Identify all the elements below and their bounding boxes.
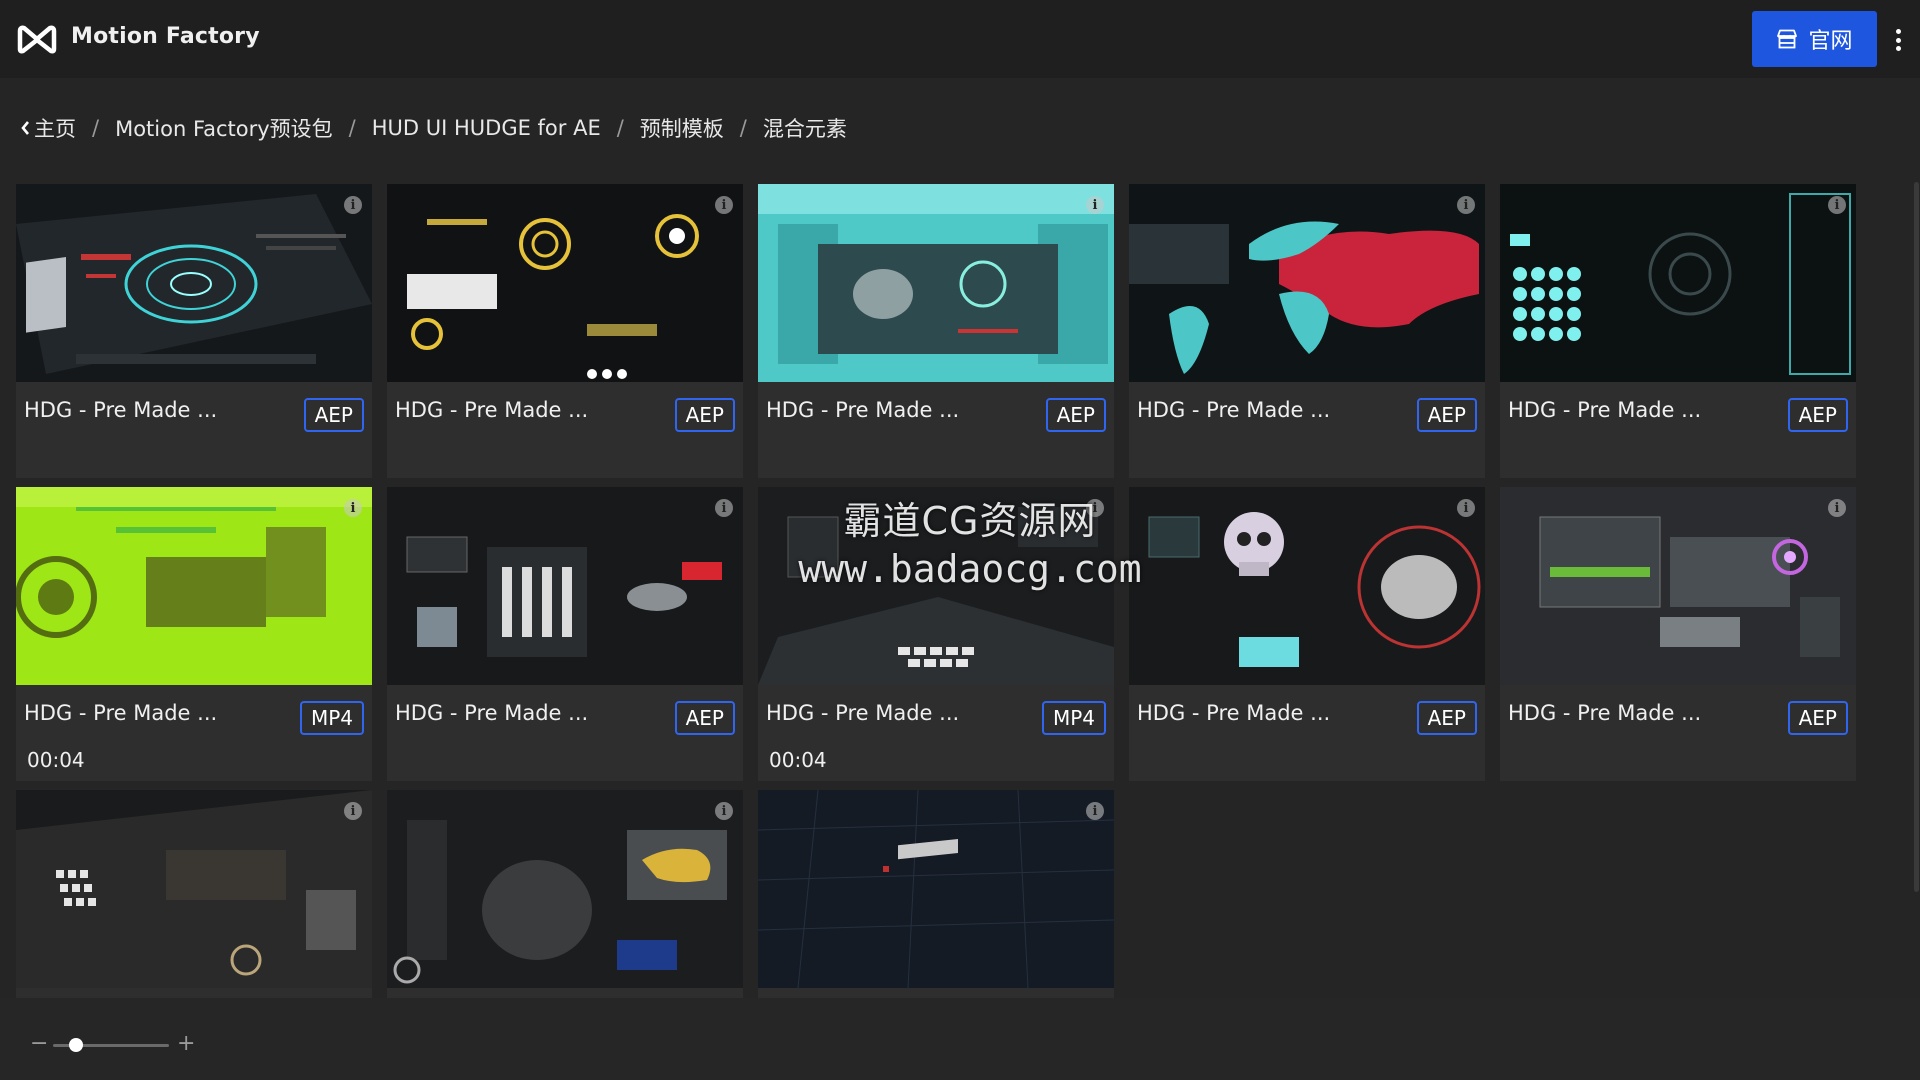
asset-title: HDG - Pre Made ... xyxy=(24,701,218,725)
zoom-out-button[interactable]: − xyxy=(30,1033,48,1055)
asset-thumbnail xyxy=(1129,487,1485,685)
info-icon[interactable]: i xyxy=(344,802,362,820)
breadcrumb-templates[interactable]: 预制模板 xyxy=(640,113,724,143)
zoom-in-button[interactable]: + xyxy=(177,1033,195,1055)
asset-card[interactable]: i HDG - Pre Made ... AEP xyxy=(1129,184,1485,478)
format-badge: AEP xyxy=(1416,398,1477,432)
breadcrumb-separator: / xyxy=(348,116,356,140)
more-menu-icon[interactable] xyxy=(1891,24,1905,56)
info-icon[interactable]: i xyxy=(715,802,733,820)
format-badge: AEP xyxy=(1416,701,1477,735)
breadcrumb: 主页 / Motion Factory预设包 / HUD UI HUDGE fo… xyxy=(20,113,847,143)
asset-card[interactable]: i HDG - Pre Made ... AEP xyxy=(1500,487,1856,781)
asset-title: HDG - Pre Made ... xyxy=(766,398,960,422)
info-icon[interactable]: i xyxy=(1457,499,1475,517)
breadcrumb-preset-pack[interactable]: Motion Factory预设包 xyxy=(115,113,333,143)
asset-card[interactable]: i xyxy=(16,790,372,998)
asset-thumbnail xyxy=(1500,487,1856,685)
asset-card[interactable]: i xyxy=(758,790,1114,998)
asset-card[interactable]: i xyxy=(387,790,743,998)
asset-thumbnail xyxy=(1129,184,1485,382)
info-icon[interactable]: i xyxy=(344,196,362,214)
asset-grid: i HDG - Pre Made ... AEP i HDG - Pre Mad… xyxy=(16,184,1876,998)
info-icon[interactable]: i xyxy=(1457,196,1475,214)
asset-title: HDG - Pre Made ... xyxy=(1137,398,1331,422)
breadcrumb-separator: / xyxy=(739,116,747,140)
info-icon[interactable]: i xyxy=(1828,196,1846,214)
asset-thumbnail xyxy=(387,184,743,382)
website-button-label: 官网 xyxy=(1808,29,1853,54)
breadcrumb-home[interactable]: 主页 xyxy=(34,113,76,143)
asset-title: HDG - Pre Made ... xyxy=(395,701,589,725)
info-icon[interactable]: i xyxy=(1828,499,1846,517)
asset-title: HDG - Pre Made ... xyxy=(1137,701,1331,725)
format-badge: AEP xyxy=(674,398,735,432)
asset-thumbnail xyxy=(758,487,1114,685)
info-icon[interactable]: i xyxy=(1086,196,1104,214)
format-badge: MP4 xyxy=(299,701,364,735)
asset-card[interactable]: i HDG - Pre Made ... AEP xyxy=(758,184,1114,478)
duration-label: 00:04 xyxy=(27,748,85,772)
asset-thumbnail xyxy=(758,790,1114,988)
chevron-left-icon[interactable] xyxy=(20,120,30,136)
asset-thumbnail xyxy=(16,790,372,988)
asset-title: HDG - Pre Made ... xyxy=(24,398,218,422)
duration-label: 00:04 xyxy=(769,748,827,772)
asset-title: HDG - Pre Made ... xyxy=(395,398,589,422)
store-icon xyxy=(1777,29,1798,49)
breadcrumb-separator: / xyxy=(92,116,100,140)
vertical-scrollbar[interactable] xyxy=(1914,182,1919,892)
asset-thumbnail xyxy=(758,184,1114,382)
top-bar: Motion Factory 官网 xyxy=(0,0,1920,78)
info-icon[interactable]: i xyxy=(344,499,362,517)
asset-card[interactable]: i HDG - Pre Made ... AEP xyxy=(387,184,743,478)
format-badge: AEP xyxy=(1045,398,1106,432)
asset-card[interactable]: i HDG - Pre Made ... MP4 00:04 xyxy=(16,487,372,781)
asset-thumbnail xyxy=(1500,184,1856,382)
asset-thumbnail xyxy=(387,790,743,988)
motion-factory-logo-icon[interactable] xyxy=(16,22,58,54)
asset-title: HDG - Pre Made ... xyxy=(1508,701,1702,725)
asset-title: HDG - Pre Made ... xyxy=(1508,398,1702,422)
format-badge: AEP xyxy=(674,701,735,735)
breadcrumb-current: 混合元素 xyxy=(762,117,847,141)
app-title: Motion Factory xyxy=(71,24,260,49)
format-badge: AEP xyxy=(303,398,364,432)
asset-thumbnail xyxy=(16,184,372,382)
breadcrumb-separator: / xyxy=(616,116,624,140)
official-website-button[interactable]: 官网 xyxy=(1752,11,1877,67)
asset-title: HDG - Pre Made ... xyxy=(766,701,960,725)
asset-card[interactable]: i HDG - Pre Made ... AEP xyxy=(16,184,372,478)
info-icon[interactable]: i xyxy=(1086,499,1104,517)
info-icon[interactable]: i xyxy=(715,196,733,214)
asset-thumbnail xyxy=(16,487,372,685)
asset-card[interactable]: i HDG - Pre Made ... AEP xyxy=(1129,487,1485,781)
info-icon[interactable]: i xyxy=(715,499,733,517)
asset-card[interactable]: i HDG - Pre Made ... AEP xyxy=(1500,184,1856,478)
format-badge: MP4 xyxy=(1041,701,1106,735)
breadcrumb-hud-pack[interactable]: HUD UI HUDGE for AE xyxy=(372,116,601,140)
footer-bar xyxy=(0,998,1920,1080)
format-badge: AEP xyxy=(1787,701,1848,735)
asset-card[interactable]: i HDG - Pre Made ... AEP xyxy=(387,487,743,781)
asset-thumbnail xyxy=(387,487,743,685)
asset-card[interactable]: i HDG - Pre Made ... MP4 00:04 xyxy=(758,487,1114,781)
format-badge: AEP xyxy=(1787,398,1848,432)
info-icon[interactable]: i xyxy=(1086,802,1104,820)
